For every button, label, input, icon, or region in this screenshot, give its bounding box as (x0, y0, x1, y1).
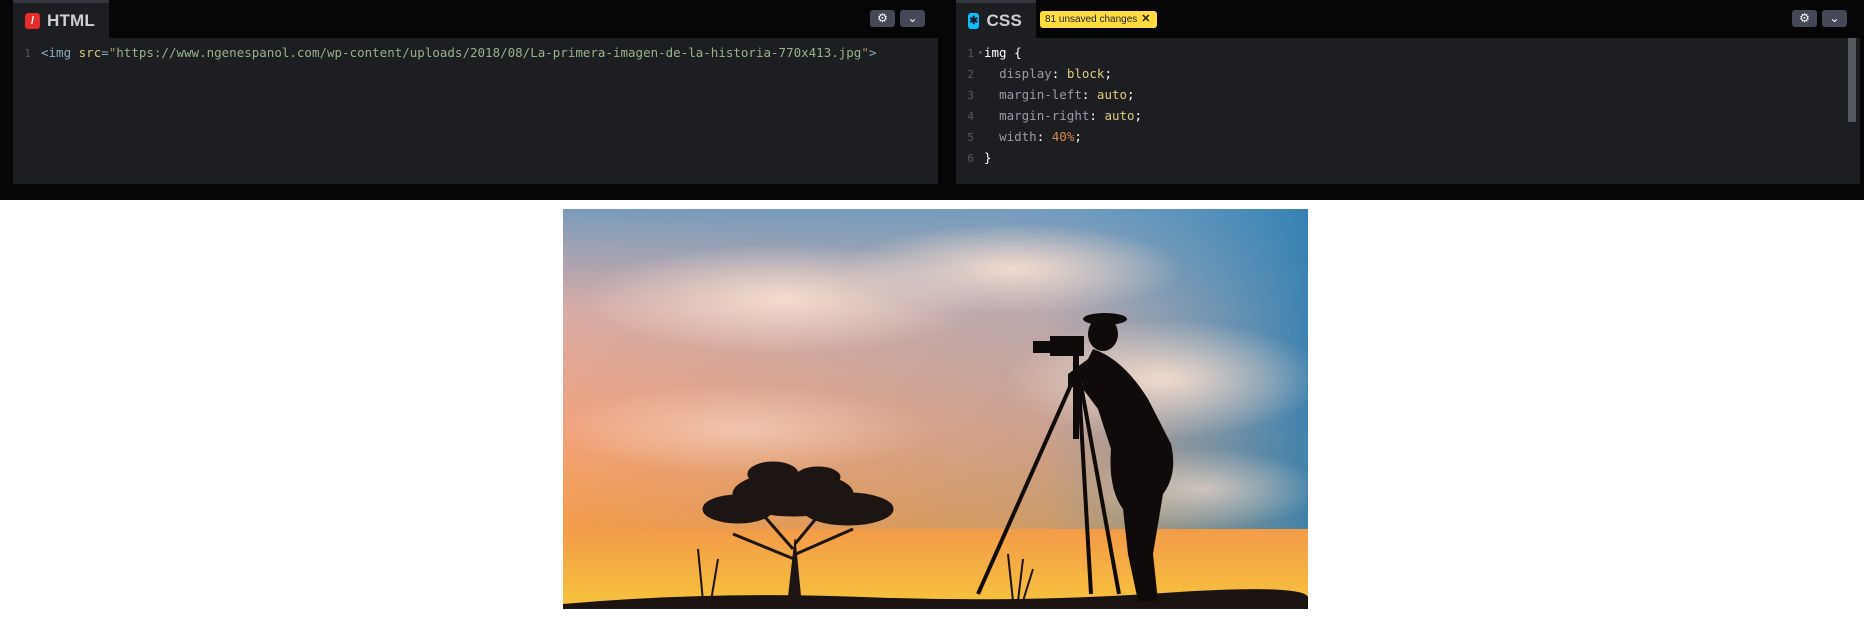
css-code-editor[interactable]: 1 ▾ img { 2 display: block; 3 margin-left:… (956, 38, 1860, 184)
css-value: 40% (1051, 129, 1075, 144)
css-value: auto (1096, 87, 1128, 102)
html-pane-header: / HTML ⚙ ⌄ (13, 0, 938, 38)
code-line: 2 display: block; (956, 63, 1860, 84)
css-value: block (1066, 66, 1105, 81)
html-editor-pane: / HTML ⚙ ⌄ 1 <img src= "https://www.ngenes… (13, 0, 938, 184)
html-tab-label: HTML (46, 10, 95, 30)
code-token: <img (41, 45, 79, 60)
line-number: 3 (967, 89, 974, 102)
css-property: margin-right (999, 108, 1090, 123)
html-slash-icon: / (25, 12, 40, 29)
css-property: display (999, 66, 1052, 81)
chevron-down-icon: ⌄ (907, 11, 918, 25)
code-token: > (868, 45, 877, 60)
photo-illustration (563, 209, 1308, 609)
css-editor-pane: ✱ CSS 81 unsaved changes ✕ ⚙ ⌄ 1 ▾ img { 2 … (956, 0, 1860, 184)
gear-icon: ⚙ (877, 11, 888, 25)
code-token: src (78, 45, 102, 60)
css-property: width (999, 129, 1037, 144)
css-brace: { (1006, 45, 1022, 60)
line-number: 4 (967, 110, 974, 123)
css-collapse-button[interactable]: ⌄ (1822, 10, 1847, 27)
css-tab-label: CSS (986, 10, 1022, 30)
css-pane-header: ✱ CSS 81 unsaved changes ✕ ⚙ ⌄ (956, 0, 1860, 38)
tab-css[interactable]: ✱ CSS (956, 0, 1036, 38)
code-line: 5 width: 40%; (956, 126, 1860, 147)
css-value: auto (1104, 108, 1135, 123)
css-property: margin-left (999, 87, 1082, 102)
fold-arrow-icon[interactable]: ▾ (978, 42, 983, 63)
code-line: 1 ▾ img { (956, 42, 1860, 63)
close-icon[interactable]: ✕ (1141, 13, 1150, 25)
code-line: 3 margin-left: auto; (956, 84, 1860, 105)
line-number: 5 (967, 131, 974, 144)
code-token: = (101, 45, 109, 60)
css-selector: img (984, 45, 1007, 60)
photographer-silhouette-sunset-photo (563, 209, 1308, 609)
unsaved-changes-text: 81 unsaved changes (1045, 14, 1138, 25)
gear-icon: ⚙ (1799, 11, 1810, 25)
code-token: https://www.ngenespanol.com/wp-content/u… (116, 45, 862, 60)
css-settings-button[interactable]: ⚙ (1792, 10, 1817, 27)
html-collapse-button[interactable]: ⌄ (900, 10, 925, 27)
code-line: 6} (956, 147, 1860, 168)
result-preview (0, 200, 1864, 618)
code-line: 1 <img src= "https://www.ngenespanol.com/w… (13, 42, 938, 63)
code-line: 4 margin-right: auto; (956, 105, 1860, 126)
unsaved-changes-badge[interactable]: 81 unsaved changes ✕ (1040, 11, 1157, 28)
css-asterisk-icon: ✱ (968, 12, 980, 29)
css-scrollbar[interactable] (1848, 38, 1856, 122)
css-brace: } (984, 150, 992, 165)
line-number: 2 (967, 68, 974, 81)
line-number: 6 (967, 152, 974, 165)
tab-html[interactable]: / HTML (13, 0, 109, 38)
html-code-editor[interactable]: 1 <img src= "https://www.ngenespanol.com/w… (13, 38, 938, 184)
editor-area: / HTML ⚙ ⌄ 1 <img src= "https://www.ngenes… (0, 0, 1864, 200)
html-settings-button[interactable]: ⚙ (870, 10, 895, 27)
line-number: 1 (24, 47, 31, 60)
chevron-down-icon: ⌄ (1829, 11, 1840, 25)
code-token: " (861, 45, 869, 60)
